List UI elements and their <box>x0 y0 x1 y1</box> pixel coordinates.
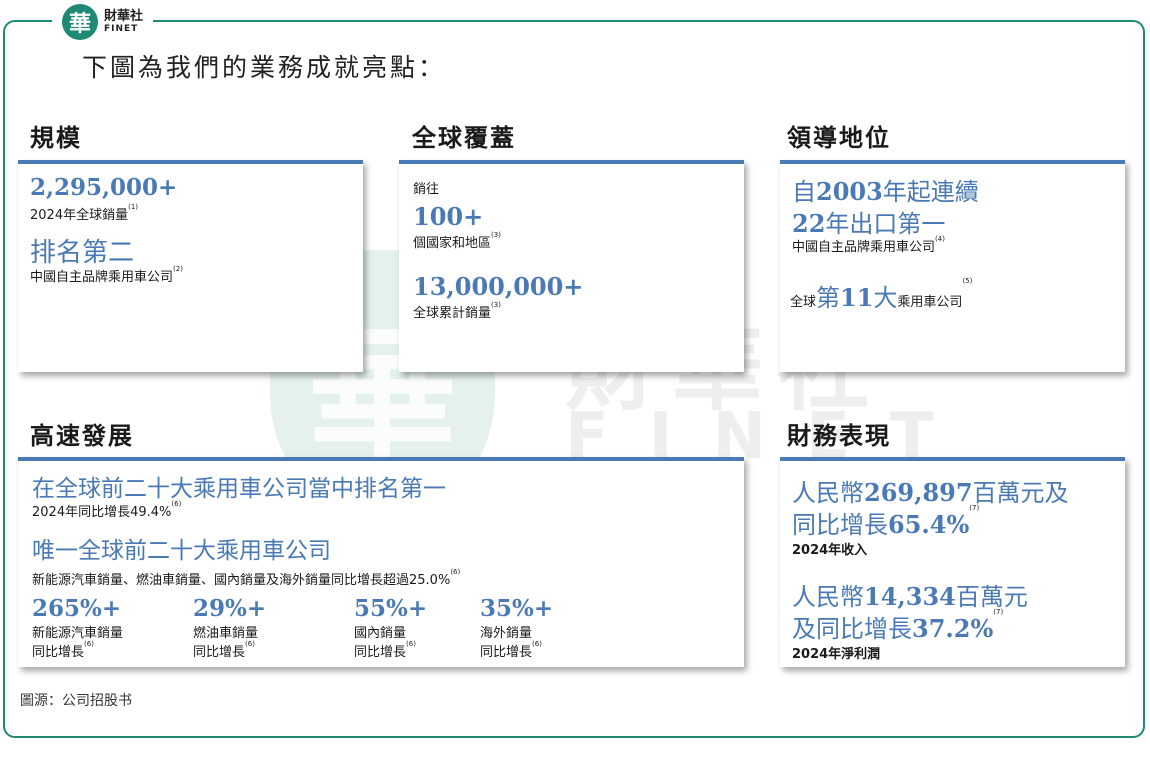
scale-sales-label: 2024年全球銷量(1) <box>30 203 139 223</box>
finet-logo-cn: 財華社 <box>104 9 144 24</box>
section-title-scale: 規模 <box>30 124 82 152</box>
finance-profit-line2: 及同比增長37.2%(7) <box>792 608 1004 643</box>
finance-revenue-line2: 同比增長65.4%(7) <box>792 504 980 539</box>
card-global: 銷往 100+ 個國家和地區(3) 13,000,000+ 全球累計銷量(3) <box>399 160 744 372</box>
global-prefix: 銷往 <box>413 182 440 197</box>
growth-sub1: 2024年同比增長49.4%(6) <box>32 500 182 520</box>
global-countries-value: 100+ <box>413 202 484 231</box>
global-cumulative-value: 13,000,000+ <box>413 272 584 301</box>
card-scale: 2,295,000+ 2024年全球銷量(1) 排名第二 中國自主品牌乘用車公司… <box>18 160 363 372</box>
card-leader: 自2003年起連續 22年出口第一 中國自主品牌乘用車公司(4) 全球第11大乘… <box>780 160 1125 372</box>
global-countries-label: 個國家和地區(3) <box>413 231 501 251</box>
leader-export-label: 中國自主品牌乘用車公司(4) <box>792 235 945 255</box>
section-title-finance: 財務表現 <box>787 422 891 450</box>
section-title-growth: 高速發展 <box>30 422 134 450</box>
growth-sub2: 新能源汽車銷量、燃油車銷量、國內銷量及海外銷量同比增長超過25.0%(6) <box>32 568 461 588</box>
finance-revenue-label: 2024年收入 <box>792 543 868 558</box>
leader-line1: 自2003年起連續 <box>792 177 979 206</box>
finet-logo-en: FINET <box>104 24 139 34</box>
growth-stat-domestic: 55%+ 國內銷量 同比增長(6) <box>354 595 428 660</box>
leader-rank: 全球第11大乘用車公司(5) <box>790 277 973 312</box>
leader-line2: 22年出口第一 <box>792 209 946 238</box>
finance-profit-label: 2024年淨利潤 <box>792 647 881 662</box>
section-title-global: 全球覆蓋 <box>412 124 516 152</box>
finance-profit-line1: 人民幣14,334百萬元 <box>792 582 1028 611</box>
card-finance: 人民幣269,897百萬元及 同比增長65.4%(7) 2024年收入 人民幣1… <box>780 457 1125 667</box>
scale-sales-value: 2,295,000+ <box>30 174 178 201</box>
growth-headline1: 在全球前二十大乘用車公司當中排名第一 <box>32 476 446 502</box>
finance-revenue-line1: 人民幣269,897百萬元及 <box>792 478 1069 507</box>
card-growth: 在全球前二十大乘用車公司當中排名第一 2024年同比增長49.4%(6) 唯一全… <box>18 457 744 667</box>
source-note: 圖源：公司招股书 <box>20 693 132 709</box>
section-title-leader: 領導地位 <box>787 124 891 152</box>
finet-logo: 華 財華社 FINET <box>52 2 154 42</box>
scale-rank-label: 中國自主品牌乘用車公司(2) <box>30 265 183 285</box>
page-headline: 下圖為我們的業務成就亮點： <box>82 53 447 82</box>
global-cumulative-label: 全球累計銷量(3) <box>413 301 501 321</box>
growth-headline2: 唯一全球前二十大乘用車公司 <box>32 538 331 564</box>
growth-stat-nev: 265%+ 新能源汽車銷量 同比增長(6) <box>32 595 124 660</box>
growth-stat-overseas: 35%+ 海外銷量 同比增長(6) <box>480 595 554 660</box>
growth-stat-fuel: 29%+ 燃油車銷量 同比增長(6) <box>193 595 267 660</box>
scale-rank-value: 排名第二 <box>30 238 135 268</box>
finet-logo-mark: 華 <box>62 4 98 40</box>
